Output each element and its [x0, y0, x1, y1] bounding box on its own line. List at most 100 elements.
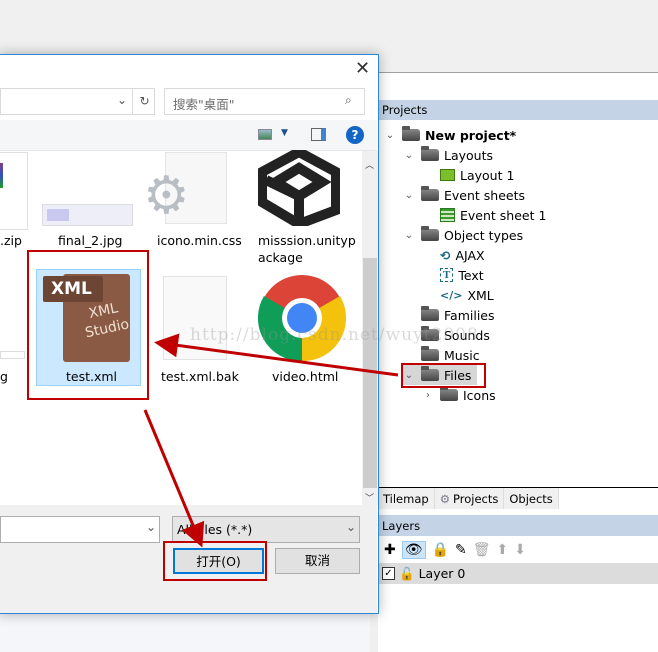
- chevron-down-icon[interactable]: ⌄: [403, 150, 415, 161]
- close-icon[interactable]: ✕: [355, 58, 370, 79]
- folder-icon: [421, 146, 439, 161]
- search-icon: ⌕: [345, 93, 352, 107]
- trash-icon[interactable]: 🗑: [473, 542, 491, 558]
- cancel-button[interactable]: 取消: [275, 548, 360, 574]
- chevron-down-icon[interactable]: ⌄: [146, 520, 156, 534]
- image-thumbnail-icon: [42, 204, 133, 226]
- chevron-down-icon[interactable]: ⌄: [403, 190, 415, 201]
- tree-item-label: Event sheets: [444, 187, 526, 203]
- open-button[interactable]: 打开(O): [173, 548, 264, 574]
- file-name[interactable]: .zip: [0, 233, 22, 248]
- unity-logo-icon: [258, 150, 340, 226]
- caret-down-icon[interactable]: ▼: [281, 128, 288, 138]
- text-icon: T: [440, 268, 454, 282]
- tree-item[interactable]: ⌄ Layouts: [403, 145, 493, 165]
- chevron-down-icon[interactable]: ⌄: [384, 130, 396, 141]
- file-name-line: misssion.unityp: [258, 233, 356, 248]
- tree-item-label: Files: [444, 367, 472, 383]
- tree-item-label: Icons: [463, 387, 496, 403]
- tree-item-label: Text: [458, 267, 484, 283]
- file-name[interactable]: g: [0, 369, 8, 384]
- folder-icon: [402, 126, 420, 141]
- chevron-down-icon[interactable]: ⌄: [403, 370, 415, 381]
- chrome-icon: [258, 275, 346, 362]
- lock-icon[interactable]: 🔒: [432, 542, 449, 558]
- file-name[interactable]: test.xml.bak: [161, 369, 239, 384]
- tree-item[interactable]: › Icons: [422, 385, 496, 405]
- panel-tabs: Tilemap ⚙ Projects Objects: [378, 487, 658, 509]
- folder-icon: [421, 306, 439, 321]
- folder-icon: [421, 226, 439, 241]
- tree-item[interactable]: Layout 1: [422, 165, 514, 185]
- tree-item[interactable]: ⌄ Object types: [403, 225, 523, 245]
- add-icon[interactable]: ✚: [384, 542, 396, 558]
- layer-label: Layer 0: [418, 566, 466, 581]
- scroll-down-icon[interactable]: ﹀: [365, 491, 374, 504]
- image-thumbnail-icon: [0, 351, 25, 359]
- tree-item-label: Event sheet 1: [460, 207, 547, 223]
- tree-item-label: Layouts: [444, 147, 494, 163]
- tree-item-label: Music: [444, 347, 480, 363]
- projects-header: Projects: [378, 100, 658, 120]
- view-icon[interactable]: [258, 129, 272, 140]
- tree-item[interactable]: ⌄ Files: [403, 365, 478, 385]
- tree-item[interactable]: T Text: [422, 265, 484, 285]
- xml-badge: XML: [43, 276, 103, 302]
- filename-input[interactable]: [0, 516, 160, 543]
- chevron-right-icon[interactable]: ›: [422, 390, 434, 401]
- watermark: http://blog.csdn.net/wuyt2008: [190, 325, 479, 345]
- search-input[interactable]: 搜索"桌面": [164, 88, 365, 115]
- tab-objects[interactable]: Objects: [504, 488, 559, 509]
- file-name[interactable]: final_2.jpg: [58, 233, 122, 248]
- tree-item-label: New project*: [425, 127, 517, 143]
- file-name-line: ackage: [258, 250, 303, 265]
- unlock-icon[interactable]: 🔓: [399, 566, 415, 582]
- tree-item-label: XML: [467, 287, 494, 303]
- tree-item[interactable]: Event sheet 1: [422, 205, 546, 225]
- ajax-icon: ⟲: [440, 247, 451, 263]
- layers-header: Layers: [378, 515, 658, 536]
- tree-item[interactable]: Families: [403, 305, 495, 325]
- tree-item[interactable]: ⌄ Event sheets: [403, 185, 525, 205]
- pencil-icon[interactable]: ✎: [455, 542, 467, 558]
- tab-tilemap[interactable]: Tilemap: [378, 488, 435, 509]
- layer-row[interactable]: ✓ 🔓 Layer 0: [378, 563, 658, 584]
- folder-icon: [421, 346, 439, 361]
- visible-checkbox[interactable]: ✓: [382, 567, 395, 580]
- arrow-down-icon[interactable]: ⬇: [514, 542, 526, 558]
- gear-icon: ⚙: [439, 491, 450, 506]
- tree-item[interactable]: Music: [403, 345, 480, 365]
- event-sheet-icon: [440, 208, 455, 222]
- scroll-up-icon[interactable]: ︿: [365, 158, 374, 171]
- file-type-select[interactable]: All files (*.*): [172, 516, 360, 543]
- help-icon[interactable]: ?: [346, 126, 364, 144]
- layout-icon: [440, 169, 455, 181]
- file-icon: [163, 276, 227, 360]
- tree-item-label: Object types: [444, 227, 524, 243]
- folder-icon: [421, 186, 439, 201]
- file-name[interactable]: icono.min.css: [157, 233, 242, 248]
- gear-icon: ⚙: [143, 166, 190, 226]
- chevron-down-icon[interactable]: ⌄: [346, 520, 356, 534]
- tab-label: Projects: [453, 491, 499, 506]
- tab-projects[interactable]: ⚙ Projects: [434, 488, 505, 509]
- tree-item[interactable]: ⟲ AJAX: [422, 245, 485, 265]
- eye-icon[interactable]: 👁: [401, 541, 426, 559]
- layers-toolbar: ✚ 👁 🔒 ✎ 🗑 ⬆ ⬇: [378, 538, 658, 562]
- preview-pane-icon[interactable]: [311, 128, 326, 141]
- refresh-icon[interactable]: ↻: [132, 88, 156, 115]
- zip-icon: [0, 152, 28, 230]
- chevron-down-icon[interactable]: ⌄: [117, 93, 127, 107]
- tree-item[interactable]: </> XML: [422, 285, 494, 305]
- tree-item[interactable]: ⌄ New project*: [384, 125, 516, 145]
- file-name[interactable]: misssion.unityp ackage: [258, 233, 356, 265]
- tree-item-label: AJAX: [455, 247, 485, 263]
- file-name[interactable]: test.xml: [66, 369, 117, 384]
- arrow-up-icon[interactable]: ⬆: [496, 542, 508, 558]
- scrollbar-thumb[interactable]: [363, 258, 377, 488]
- file-name[interactable]: video.html: [272, 369, 338, 384]
- folder-icon: [421, 366, 439, 381]
- xml-icon: </>: [440, 288, 463, 302]
- chevron-down-icon[interactable]: ⌄: [403, 230, 415, 241]
- background-area: [0, 613, 370, 652]
